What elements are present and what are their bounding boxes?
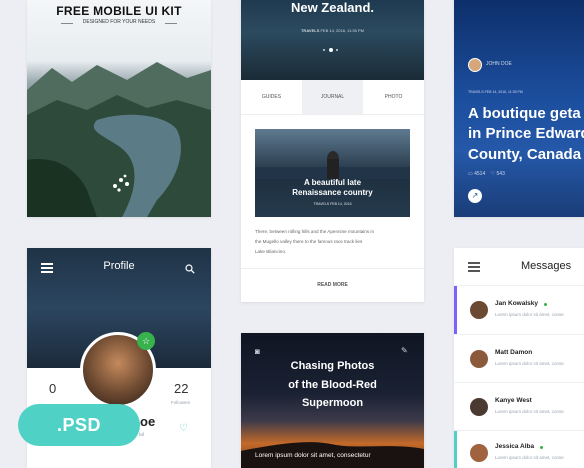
star-icon: ☆ — [141, 336, 151, 346]
nz-body-line-3: Lake Bilancino. — [255, 249, 287, 254]
message-name: Jan Kowalsky — [495, 300, 538, 307]
nz-carousel-dots[interactable] — [323, 48, 343, 52]
profile-stat-right-label: Followers — [171, 400, 191, 405]
heart-icon: ♡ — [490, 171, 496, 177]
boutique-stats: ▭ 4514 ♡ 543 — [468, 171, 505, 177]
boutique-author: JOHN DOE — [486, 61, 512, 67]
heart-icon[interactable]: ♡ — [179, 423, 188, 434]
photos-card: ◙ ✎ Chasing Photos of the Blood-Red Supe… — [241, 333, 424, 468]
nz-meta: TRAVELS FEB 14, 2016, 11:35 PM — [241, 28, 424, 33]
boutique-title-1: A boutique geta — [468, 105, 581, 122]
active-indicator — [454, 431, 457, 468]
read-more-button[interactable]: READ MORE — [241, 282, 424, 288]
avatar — [470, 350, 488, 368]
dot-active — [329, 48, 333, 52]
search-icon[interactable] — [185, 261, 195, 274]
nz-title: New Zealand. — [290, 0, 375, 15]
message-name: Kanye West — [495, 397, 532, 404]
photos-caption: Lorem ipsum dolor sit amet, consectetur — [255, 452, 371, 459]
nz-feature-title-2: Renaissance country — [292, 188, 373, 197]
nz-divider — [241, 268, 424, 269]
profile-stat-left: 0 — [49, 381, 57, 396]
photos-title-2: of the Blood-Red — [288, 379, 377, 391]
list-item[interactable]: Jan Kowalsky Lorem ipsum dolor sit amet,… — [454, 285, 584, 335]
kit-title: FREE MOBILE UI KIT — [56, 4, 182, 18]
message-name: Matt Damon — [495, 349, 533, 356]
nz-feature-title-1: A beautiful late — [303, 178, 362, 187]
online-dot — [540, 446, 543, 449]
nz-hero: New Zealand. TRAVELS FEB 14, 2016, 11:35… — [241, 0, 424, 80]
verified-badge: ☆ — [137, 332, 155, 350]
dot — [323, 49, 325, 51]
stat-likes: 543 — [496, 171, 505, 177]
nz-card: New Zealand. TRAVELS FEB 14, 2016, 11:35… — [241, 0, 424, 302]
message-name: Jessica Alba — [495, 443, 535, 450]
nz-tabs: GUIDES JOURNAL PHOTO — [241, 80, 424, 115]
menu-icon[interactable] — [468, 262, 480, 272]
boutique-title-3: County, Canada — [468, 146, 582, 163]
boutique-card: JOHN DOE TRAVELS FEB 14, 2016, 11:35 PM … — [454, 0, 584, 217]
comment-icon: ▭ — [468, 171, 473, 177]
messages-card: Messages Jan Kowalsky Lorem ipsum dolor … — [454, 248, 584, 468]
share-icon: ↗ — [471, 191, 479, 200]
boutique-title-2: in Prince Edward — [468, 125, 584, 142]
list-item[interactable]: Jessica Alba Lorem ipsum dolor sit amet,… — [454, 430, 584, 468]
nz-meta-date: FEB 14, 2016, 11:35 PM — [320, 28, 364, 33]
kit-divider-right — [165, 23, 177, 24]
stat-comments: 4514 — [474, 171, 486, 177]
profile-title: Profile — [103, 260, 135, 272]
profile-sub-fragment: ial — [139, 432, 145, 438]
photos-title-3: Supermoon — [301, 397, 364, 409]
message-preview: Lorem ipsum dolor sit amet, conse — [495, 409, 564, 414]
active-indicator — [454, 286, 457, 335]
psd-badge: .PSD — [18, 404, 140, 446]
message-preview: Lorem ipsum dolor sit amet, conse — [495, 361, 564, 366]
kit-card: FREE MOBILE UI KIT DESIGNED FOR YOUR NEE… — [27, 0, 211, 217]
profile-stat-right: 22 — [174, 381, 189, 396]
kit-subtitle: DESIGNED FOR YOUR NEEDS — [82, 19, 156, 25]
tab-photo[interactable]: PHOTO — [363, 80, 424, 114]
avatar — [470, 398, 488, 416]
avatar[interactable] — [468, 58, 482, 72]
tab-guides[interactable]: GUIDES — [241, 80, 302, 114]
kit-dots-icon — [109, 172, 133, 194]
messages-title: Messages — [521, 260, 572, 272]
nz-feature-image[interactable]: A beautiful late Renaissance country TRA… — [255, 129, 410, 217]
boutique-meta: TRAVELS FEB 14, 2016, 11:35 PM — [468, 90, 523, 94]
avatar — [470, 444, 488, 462]
list-item[interactable]: Matt Damon Lorem ipsum dolor sit amet, c… — [454, 334, 584, 383]
tab-journal[interactable]: JOURNAL — [302, 80, 363, 114]
profile-name-fragment: oe — [140, 414, 156, 429]
share-button[interactable]: ↗ — [468, 189, 482, 203]
photos-title-1: Chasing Photos — [290, 360, 375, 372]
online-dot — [544, 303, 547, 306]
list-item[interactable]: Kanye West Lorem ipsum dolor sit amet, c… — [454, 382, 584, 431]
nz-body-line-2: the Mugello valley there to the famous r… — [255, 239, 363, 244]
avatar — [470, 301, 488, 319]
nz-body: There, between rolling hills and the Ape… — [255, 227, 415, 257]
nz-body-line-1: There, between rolling hills and the Ape… — [255, 229, 375, 234]
nz-feature-meta: TRAVELS FEB 14, 2016 — [313, 202, 352, 206]
message-preview: Lorem ipsum dolor sit amet, conse — [495, 455, 564, 460]
edit-icon[interactable]: ✎ — [401, 346, 408, 355]
message-preview: Lorem ipsum dolor sit amet, conse — [495, 312, 564, 317]
photos-horizon — [241, 442, 424, 468]
nz-meta-label: TRAVELS — [300, 28, 320, 33]
dot — [336, 49, 338, 51]
camera-icon[interactable]: ◙ — [255, 347, 260, 356]
